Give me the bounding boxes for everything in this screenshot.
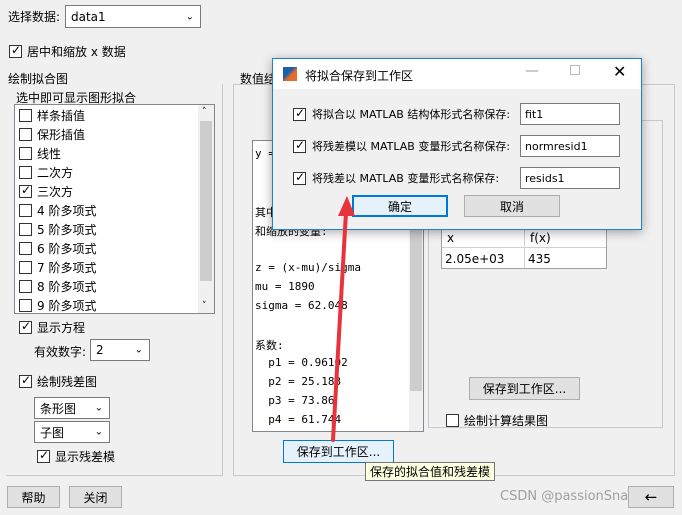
annotation-arrow bbox=[331, 196, 355, 442]
